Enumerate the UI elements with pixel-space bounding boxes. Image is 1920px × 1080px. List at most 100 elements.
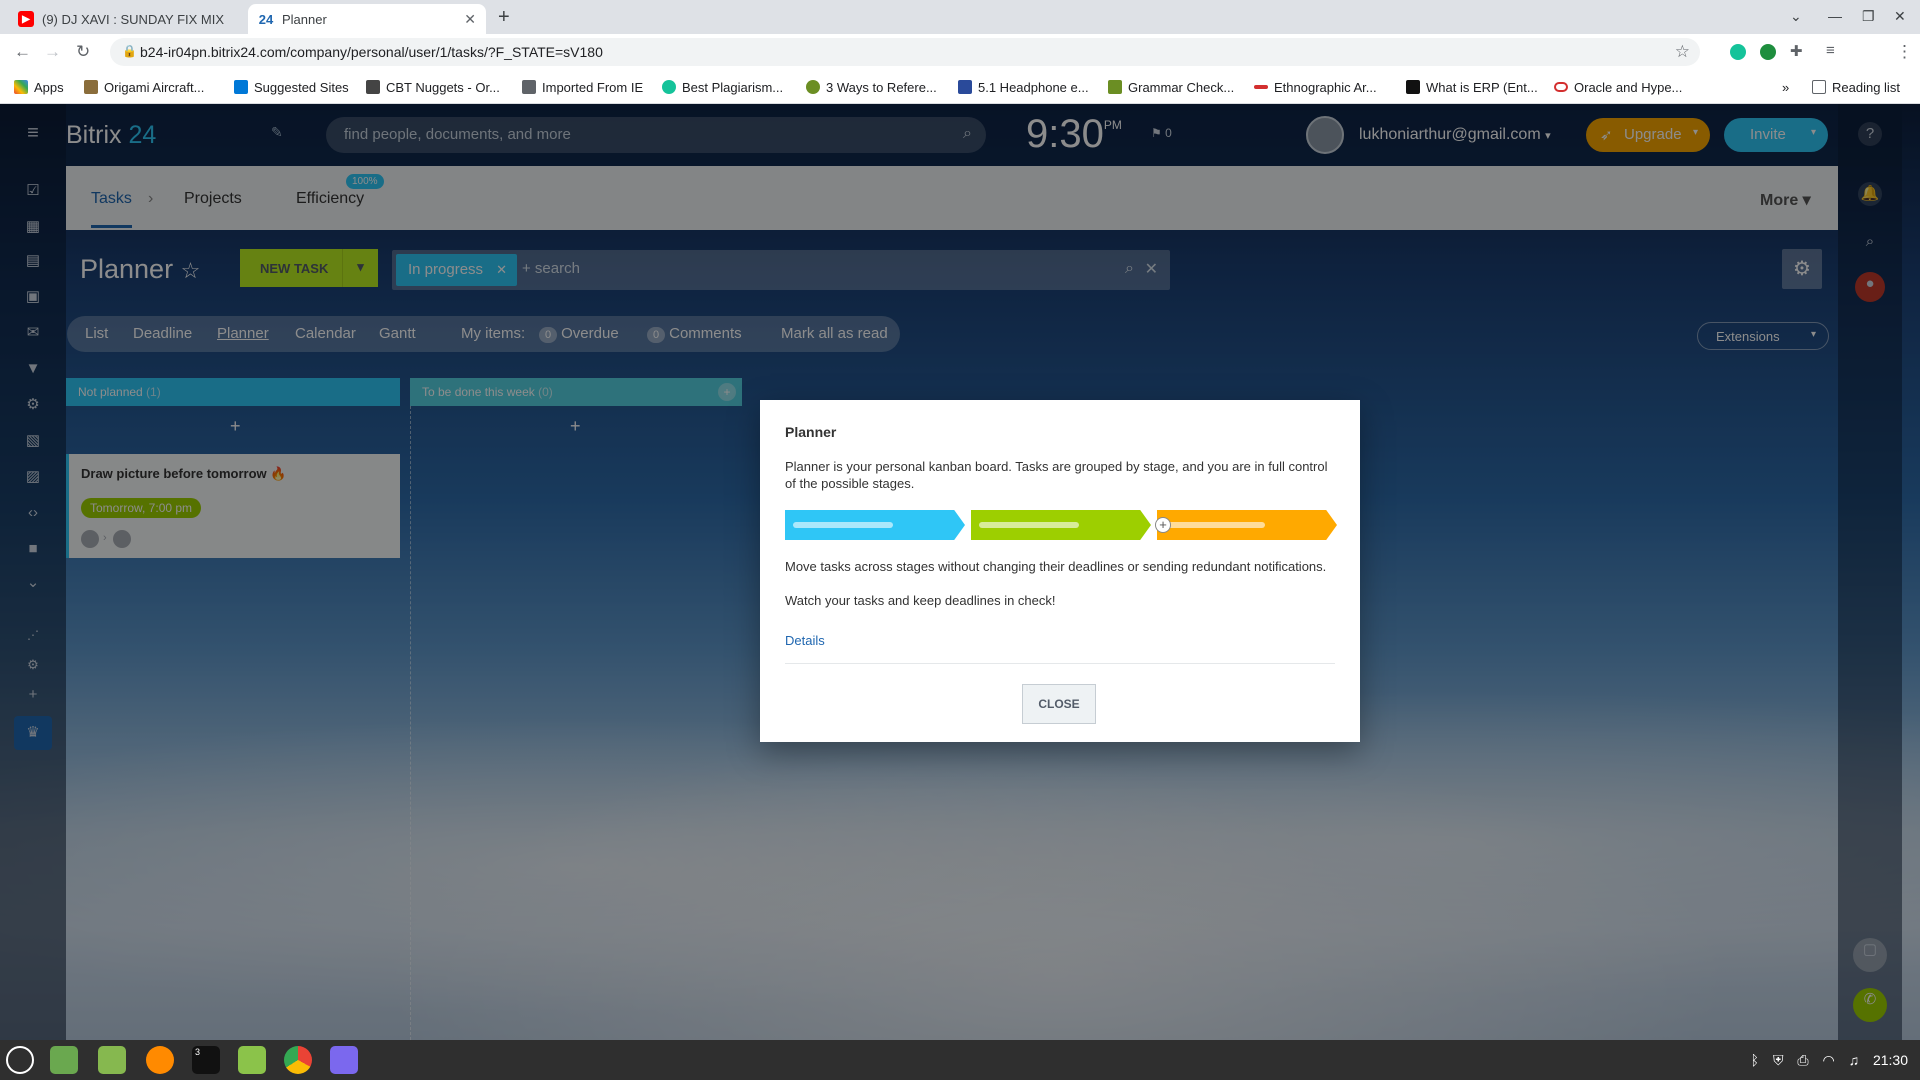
settings-gear-button[interactable]: ⚙ — [1782, 249, 1822, 289]
grammarly-extension-icon[interactable] — [1730, 44, 1746, 60]
phone-icon[interactable]: ✆ — [1853, 988, 1887, 1022]
clock[interactable]: 9:30PM — [1026, 112, 1122, 157]
view-list[interactable]: List — [85, 325, 108, 342]
hamburger-menu-icon[interactable]: ≡ — [24, 123, 42, 143]
mark-all-read-button[interactable]: Mark all as read — [781, 325, 888, 342]
edit-pencil-icon[interactable]: ✎ — [271, 124, 283, 141]
extensions-button[interactable]: Extensions ▾ — [1697, 322, 1829, 350]
browser-tab-youtube[interactable]: ▶ (9) DJ XAVI : SUNDAY FIX MIX — [8, 4, 248, 34]
puzzle-icon[interactable]: ✚ — [1790, 42, 1803, 60]
media-icon[interactable]: ≡ — [1826, 42, 1835, 59]
column-header-this-week[interactable]: To be done this week (0) + — [410, 378, 742, 406]
nav-more[interactable]: More ▾ — [1760, 190, 1811, 210]
bookmark-folder[interactable]: Imported From IE — [522, 76, 643, 98]
bitrix24-logo[interactable]: Bitrix 24 — [66, 121, 156, 150]
browser-tab-planner[interactable]: 24 Planner ✕ — [248, 4, 486, 34]
star-icon[interactable]: ☆ — [181, 258, 201, 283]
bookmark-item[interactable]: 5.1 Headphone e... — [958, 76, 1089, 98]
start-menu-icon[interactable] — [6, 1046, 34, 1074]
back-icon[interactable]: ← — [14, 42, 31, 62]
task-title[interactable]: Draw picture before tomorrow 🔥 — [81, 466, 286, 482]
close-tab-icon[interactable]: ✕ — [464, 11, 476, 28]
drive-icon[interactable]: ▤ — [24, 252, 42, 270]
add-column-icon[interactable]: + — [718, 383, 736, 401]
printer-icon[interactable]: ⎙ — [1797, 1052, 1808, 1068]
show-desktop-icon[interactable] — [50, 1046, 78, 1074]
bookmark-item[interactable]: Suggested Sites — [234, 76, 349, 98]
bookmark-item[interactable]: Grammar Check... — [1108, 76, 1234, 98]
user-avatar[interactable] — [1306, 116, 1344, 154]
mint-icon[interactable] — [238, 1046, 266, 1074]
bluetooth-icon[interactable]: ᛒ — [1751, 1052, 1759, 1068]
search-icon[interactable]: ⌕ — [963, 125, 972, 143]
maximize-button[interactable]: ❐ — [1862, 8, 1875, 25]
sitemap-icon[interactable]: ⋰ — [24, 626, 42, 644]
nav-projects[interactable]: Projects — [184, 190, 242, 208]
creator-avatar[interactable] — [81, 530, 99, 548]
column-header-not-planned[interactable]: Not planned (1) — [66, 378, 400, 406]
flag-counter[interactable]: ⚑ 0 — [1151, 126, 1172, 140]
minimize-button[interactable]: — — [1828, 8, 1842, 24]
forward-icon[interactable]: → — [44, 42, 61, 62]
upgrade-button[interactable]: ➶ Upgrade ▾ — [1586, 118, 1710, 152]
address-bar[interactable]: 🔒 b24-ir04pn.bitrix24.com/company/person… — [110, 38, 1700, 66]
bookmark-item[interactable]: Ethnographic Ar... — [1254, 76, 1377, 98]
open-lines-icon[interactable]: ▢ — [1853, 938, 1887, 972]
bookmark-item[interactable]: What is ERP (Ent... — [1406, 76, 1538, 98]
comments-counter[interactable]: 0 Comments — [647, 325, 742, 343]
close-window-button[interactable]: ✕ — [1894, 8, 1906, 25]
new-tab-button[interactable]: + — [498, 6, 510, 29]
files-icon[interactable] — [98, 1046, 126, 1074]
details-link[interactable]: Details — [785, 633, 825, 648]
task-filter[interactable]: In progress ✕ + search ⌕ ✕ — [392, 250, 1170, 290]
firefox-icon[interactable] — [146, 1046, 174, 1074]
responsible-avatar[interactable] — [113, 530, 131, 548]
view-deadline[interactable]: Deadline — [133, 325, 192, 342]
clock-text[interactable]: 21:30 — [1873, 1052, 1908, 1068]
global-search-input[interactable]: find people, documents, and more ⌕ — [326, 117, 986, 153]
menu-dots-icon[interactable]: ⋮ — [1896, 42, 1913, 62]
crown-icon[interactable]: ♛ — [14, 716, 52, 750]
sound-icon[interactable]: ♫ — [1849, 1052, 1860, 1068]
more-down-icon[interactable]: ⌄ — [24, 574, 42, 592]
robot-icon[interactable]: ⚙ — [24, 396, 42, 414]
user-menu[interactable]: lukhoniarthur@gmail.com ▾ — [1359, 126, 1551, 144]
developer-icon[interactable]: ‹› — [24, 504, 42, 522]
help-icon[interactable]: ? — [1858, 122, 1882, 146]
chat-icon[interactable]: ▣ — [24, 288, 42, 306]
nav-efficiency[interactable]: Efficiency — [296, 190, 364, 208]
bookmark-item[interactable]: 3 Ways to Refere... — [806, 76, 937, 98]
new-task-dropdown[interactable]: ▾ — [342, 249, 378, 287]
remove-filter-icon[interactable]: ✕ — [496, 262, 507, 278]
knowledge-base-icon[interactable]: ▨ — [24, 468, 42, 486]
reading-list-button[interactable]: Reading list — [1812, 76, 1900, 98]
new-task-button[interactable]: NEW TASK ▾ — [240, 249, 378, 287]
task-card[interactable]: Draw picture before tomorrow 🔥 Tomorrow,… — [66, 454, 400, 558]
add-menu-item-icon[interactable]: + — [24, 686, 42, 704]
contacts-icon[interactable]: ▧ — [24, 432, 42, 450]
reload-icon[interactable]: ↻ — [76, 42, 90, 62]
calendar-icon[interactable]: ▦ — [24, 218, 42, 236]
add-task-icon[interactable]: + — [230, 416, 241, 437]
view-calendar[interactable]: Calendar — [295, 325, 356, 342]
text-editor-icon[interactable] — [330, 1046, 358, 1074]
notifications-bell-icon[interactable]: 🔔 — [1858, 182, 1882, 206]
mail-icon[interactable]: ✉ — [24, 324, 42, 342]
crm-funnel-icon[interactable]: ▼ — [24, 360, 42, 378]
view-planner[interactable]: Planner — [217, 325, 269, 342]
tasks-icon[interactable]: ☑ — [24, 182, 42, 200]
bookmark-item[interactable]: CBT Nuggets - Or... — [366, 76, 500, 98]
bookmark-item[interactable]: Oracle and Hype... — [1554, 76, 1682, 98]
bookmarks-overflow-icon[interactable]: » — [1782, 76, 1789, 98]
overdue-counter[interactable]: 0 Overdue — [539, 325, 619, 343]
invite-button[interactable]: Invite ▾ — [1724, 118, 1828, 152]
video-icon[interactable]: ■ — [24, 540, 42, 558]
search-icon[interactable]: ⌕ — [1125, 260, 1134, 278]
shield-icon[interactable]: ⛨ — [1773, 1052, 1784, 1068]
bookmark-item[interactable]: Origami Aircraft... — [84, 76, 204, 98]
filter-chip[interactable]: In progress ✕ — [396, 254, 518, 286]
wifi-icon[interactable]: ◠ — [1822, 1052, 1834, 1068]
add-task-icon[interactable]: + — [570, 416, 581, 437]
bookmark-star-icon[interactable]: ☆ — [1675, 42, 1690, 62]
terminal-icon[interactable]: 3 — [192, 1046, 220, 1074]
